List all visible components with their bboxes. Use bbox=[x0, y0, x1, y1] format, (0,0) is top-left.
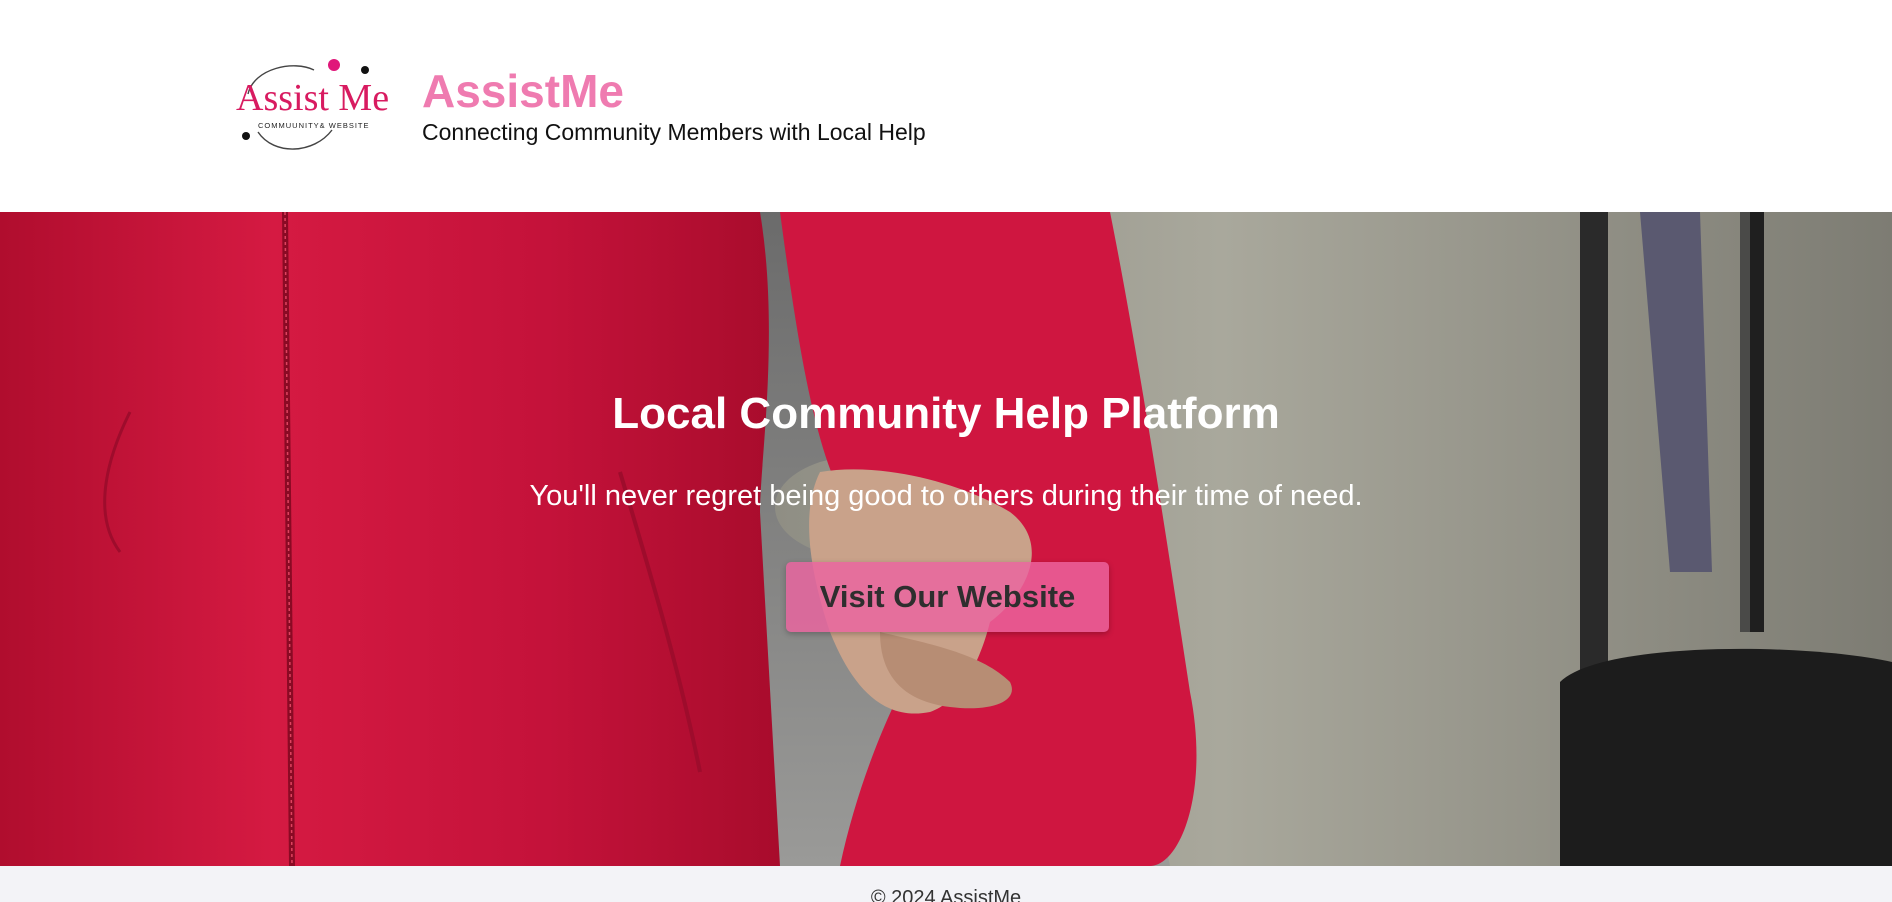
hero-banner: Local Community Help Platform You'll nev… bbox=[0, 212, 1892, 866]
visit-website-button[interactable]: Visit Our Website bbox=[786, 562, 1109, 632]
brand-tagline: Connecting Community Members with Local … bbox=[422, 119, 926, 145]
logo-small-text: COMMUUNITY& WEBSITE bbox=[258, 121, 370, 130]
hero-subheading: You'll never regret being good to others… bbox=[529, 480, 1363, 512]
brand-title[interactable]: AssistMe bbox=[422, 64, 624, 118]
logo-script-text: Assist Me bbox=[236, 77, 389, 119]
site-footer: © 2024 AssistMe bbox=[0, 866, 1892, 902]
hero-heading: Local Community Help Platform bbox=[612, 389, 1280, 438]
assistme-logo-icon[interactable]: Assist Me COMMUUNITY& WEBSITE bbox=[234, 58, 400, 154]
site-header: Assist Me COMMUUNITY& WEBSITE AssistMe C… bbox=[0, 0, 1892, 212]
hero-background-image bbox=[0, 212, 1892, 866]
footer-copyright: © 2024 AssistMe bbox=[870, 887, 1022, 902]
